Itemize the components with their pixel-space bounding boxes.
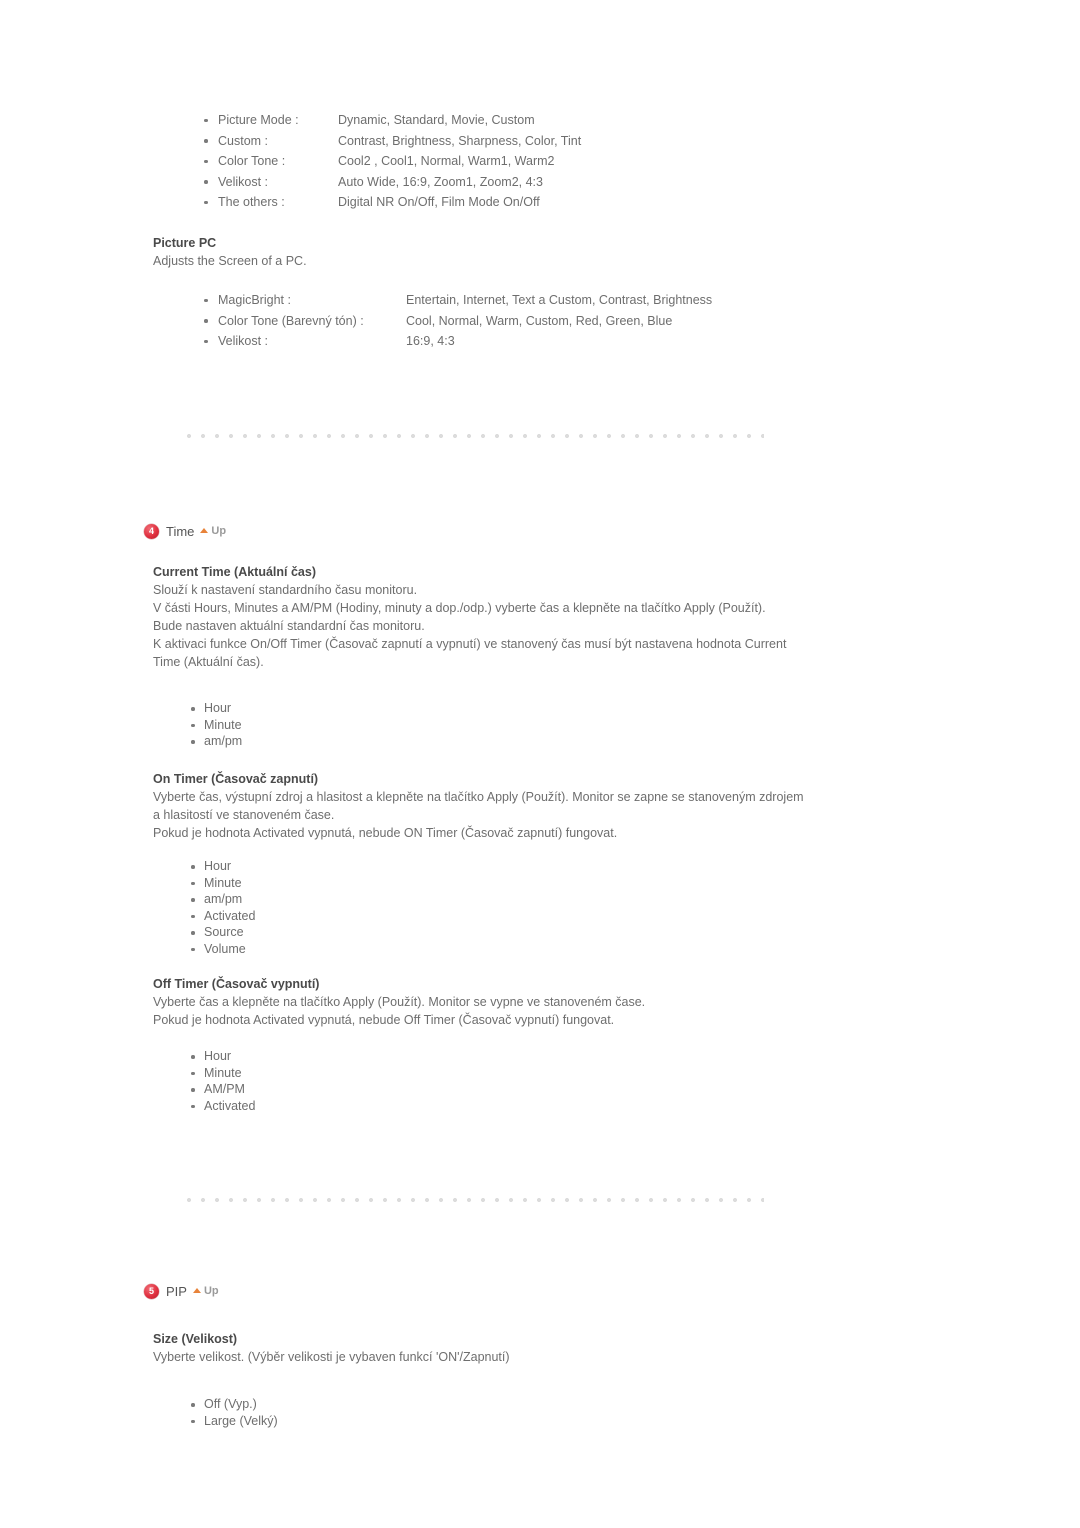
section-header-pip: 5 PIP Up bbox=[144, 1281, 219, 1301]
arrow-up-icon bbox=[200, 528, 209, 533]
pip-size-items: Off (Vyp.) Large (Velký) bbox=[186, 1396, 278, 1429]
pip-size-heading: Size (Velikost) bbox=[153, 1332, 238, 1346]
list-item: Activated bbox=[186, 1098, 255, 1115]
up-link[interactable]: Up bbox=[200, 525, 226, 537]
list-item: Large (Velký) bbox=[186, 1413, 278, 1430]
list-item: Color Tone (Barevný tón) : Cool, Normal, … bbox=[196, 311, 712, 332]
up-link-label: Up bbox=[203, 1285, 219, 1297]
list-item: Volume bbox=[186, 941, 255, 958]
off-timer-paragraph: Pokud je hodnota Activated vypnutá, nebu… bbox=[153, 1013, 615, 1027]
spec-value: Cool2 , Cool1, Normal, Warm1, Warm2 bbox=[338, 154, 555, 168]
section-title: Time bbox=[166, 523, 195, 539]
spec-value: Auto Wide, 16:9, Zoom1, Zoom2, 4:3 bbox=[338, 174, 543, 189]
list-item: am/pm bbox=[186, 733, 242, 750]
list-item: Hour bbox=[186, 1048, 255, 1065]
spec-label: Color Tone : bbox=[218, 154, 286, 168]
list-item: MagicBright : Entertain, Internet, Text a… bbox=[196, 290, 712, 311]
spec-label: Velikost : bbox=[218, 174, 269, 189]
spec-list: Picture Mode : Dynamic, Standard, Movie, … bbox=[196, 110, 581, 213]
picture-pc-block: Picture PC Adjusts the Screen of a PC. bbox=[153, 234, 307, 270]
off-timer-block: Off Timer (Časovač vypnutí) Vyberte čas … bbox=[153, 975, 853, 1029]
plain-list: Hour Minute am/pm Activated Source Volum… bbox=[186, 858, 255, 957]
spec-label: Custom : bbox=[218, 133, 269, 148]
picture-video-spec-list: Picture Mode : Dynamic, Standard, Movie, … bbox=[196, 110, 581, 213]
list-item: Off (Vyp.) bbox=[186, 1396, 278, 1413]
on-timer-heading: On Timer (Časovač zapnutí) bbox=[153, 772, 319, 786]
list-item: Custom : Contrast, Brightness, Sharpness,… bbox=[196, 131, 581, 152]
picture-pc-description: Adjusts the Screen of a PC. bbox=[153, 254, 307, 268]
spec-value: 16:9, 4:3 bbox=[406, 334, 455, 348]
section-title: PIP bbox=[166, 1283, 187, 1299]
current-time-block: Current Time (Aktuální čas) Slouží k nas… bbox=[153, 563, 853, 671]
plain-list: Hour Minute am/pm bbox=[186, 700, 242, 750]
spec-value: Digital NR On/Off, Film Mode On/Off bbox=[338, 195, 540, 209]
section-number-badge: 5 bbox=[144, 1283, 159, 1299]
off-timer-paragraph: Vyberte čas a klepněte na tlačítko Apply… bbox=[153, 995, 646, 1009]
off-timer-heading: Off Timer (Časovač vypnutí) bbox=[153, 977, 320, 991]
list-item: Hour bbox=[186, 700, 242, 717]
list-item: Hour bbox=[186, 858, 255, 875]
current-time-paragraph: Slouží k nastavení standardního času mon… bbox=[153, 583, 418, 597]
list-item: Minute bbox=[186, 717, 242, 734]
list-item: Activated bbox=[186, 908, 255, 925]
plain-list: Hour Minute AM/PM Activated bbox=[186, 1048, 255, 1114]
section-number-badge: 4 bbox=[144, 523, 159, 539]
off-timer-items: Hour Minute AM/PM Activated bbox=[186, 1048, 255, 1114]
on-timer-block: On Timer (Časovač zapnutí) Vyberte čas, … bbox=[153, 770, 853, 842]
list-item: am/pm bbox=[186, 891, 255, 908]
list-item: Velikost : 16:9, 4:3 bbox=[196, 331, 712, 352]
list-item: Minute bbox=[186, 875, 255, 892]
list-item: Source bbox=[186, 924, 255, 941]
list-item: Minute bbox=[186, 1065, 255, 1082]
picture-pc-heading: Picture PC bbox=[153, 236, 217, 250]
current-time-items: Hour Minute am/pm bbox=[186, 700, 242, 750]
pip-size-paragraph: Vyberte velikost. (Výběr velikosti je vy… bbox=[153, 1350, 510, 1364]
current-time-heading: Current Time (Aktuální čas) bbox=[153, 565, 317, 579]
on-timer-paragraph: Pokud je hodnota Activated vypnutá, nebu… bbox=[153, 826, 618, 840]
section-header-time: 4 Time Up bbox=[144, 521, 226, 541]
spec-label: MagicBright : bbox=[218, 293, 291, 307]
on-timer-paragraph: Vyberte čas, výstupní zdroj a hlasitost … bbox=[153, 790, 804, 822]
spec-value: Contrast, Brightness, Sharpness, Color, … bbox=[338, 133, 582, 148]
on-timer-items: Hour Minute am/pm Activated Source Volum… bbox=[186, 858, 255, 957]
list-item: AM/PM bbox=[186, 1081, 255, 1098]
spec-value: Dynamic, Standard, Movie, Custom bbox=[338, 113, 535, 127]
dotted-divider bbox=[186, 433, 764, 439]
spec-label: Velikost : bbox=[218, 334, 269, 348]
spec-label: Color Tone (Barevný tón) : bbox=[218, 313, 364, 328]
list-item: Color Tone : Cool2 , Cool1, Normal, Warm1… bbox=[196, 151, 581, 172]
spec-value: Cool, Normal, Warm, Custom, Red, Green, … bbox=[406, 313, 673, 328]
manual-page: Picture Mode : Dynamic, Standard, Movie, … bbox=[0, 0, 1080, 1528]
spec-label: Picture Mode : bbox=[218, 113, 299, 127]
current-time-paragraph: Bude nastaven aktuální standardní čas mo… bbox=[153, 619, 425, 633]
pip-size-block: Size (Velikost) Vyberte velikost. (Výběr… bbox=[153, 1330, 853, 1366]
spec-list: MagicBright : Entertain, Internet, Text a… bbox=[196, 290, 712, 352]
plain-list: Off (Vyp.) Large (Velký) bbox=[186, 1396, 278, 1429]
picture-pc-spec-list: MagicBright : Entertain, Internet, Text a… bbox=[196, 290, 712, 352]
up-link[interactable]: Up bbox=[192, 1285, 219, 1297]
current-time-paragraph: K aktivaci funkce On/Off Timer (Časovač … bbox=[153, 637, 787, 669]
list-item: Picture Mode : Dynamic, Standard, Movie, … bbox=[196, 110, 581, 131]
up-link-label: Up bbox=[211, 525, 227, 537]
spec-label: The others : bbox=[218, 195, 285, 209]
current-time-paragraph: V části Hours, Minutes a AM/PM (Hodiny, … bbox=[153, 601, 766, 615]
list-item: The others : Digital NR On/Off, Film Mode… bbox=[196, 192, 581, 213]
dotted-divider bbox=[186, 1197, 764, 1203]
arrow-up-icon bbox=[192, 1288, 201, 1293]
list-item: Velikost : Auto Wide, 16:9, Zoom1, Zoom2,… bbox=[196, 172, 581, 193]
spec-value: Entertain, Internet, Text a Custom, Cont… bbox=[406, 293, 713, 307]
